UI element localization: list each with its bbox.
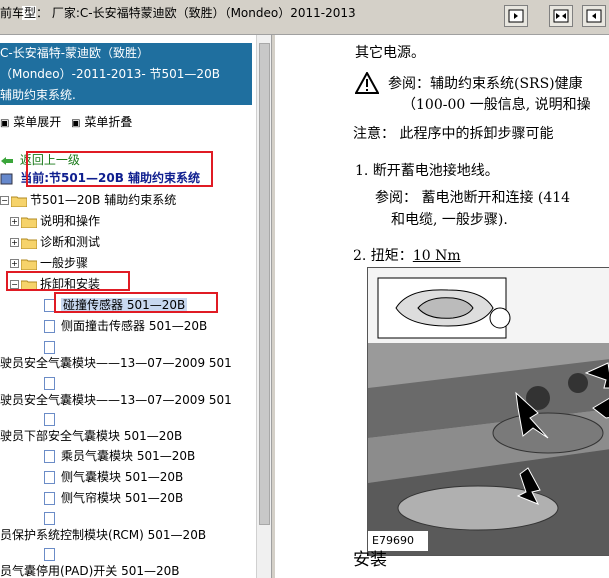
- tree-doc-item[interactable]: 侧面撞击传感器 501—20B: [44, 317, 207, 335]
- tree-doc-item[interactable]: 侧气囊模块 501—20B: [44, 468, 183, 486]
- document-icon: [44, 413, 55, 426]
- menu-toggle-row: ▣ 菜单展开 ▣ 菜单折叠: [0, 113, 132, 130]
- reference-line[interactable]: 参阅： 蓄电池断开和连接 (414: [375, 187, 570, 207]
- content-pane: 其它电源。 参阅：辅助约束系统(SRS)健康 （100-00 一般信息, 说明和…: [275, 35, 609, 578]
- document-icon: [44, 512, 55, 525]
- panel-right-icon: [586, 9, 602, 23]
- scrollbar-thumb[interactable]: [259, 43, 270, 525]
- tree-label: 驾驶员下部安全气囊模块 501—20B: [0, 429, 183, 443]
- step: 1. 断开蓄电池接地线。: [355, 163, 499, 179]
- folder-icon: [21, 238, 37, 249]
- model-banner: C-长安福特-蒙迪欧（致胜） （Mondeo）-2011-2013- 节501—…: [0, 43, 252, 105]
- tree-folder-item[interactable]: + 一般步骤: [10, 254, 88, 272]
- document-icon: [44, 492, 55, 505]
- banner-line: 辅助约束系统.: [0, 88, 76, 102]
- reference-text[interactable]: 辅助约束系统(SRS)健康: [430, 76, 583, 92]
- torque-value[interactable]: 10 Nm: [413, 248, 461, 264]
- tree-label: 说明和操作: [40, 214, 101, 228]
- document-icon: [44, 320, 55, 333]
- document-icon: [44, 450, 55, 463]
- tree-doc-item[interactable]: 乘员保护系统控制模块(RCM) 501—20B: [0, 526, 206, 544]
- section-heading: 安装: [353, 550, 387, 570]
- panels-split-button[interactable]: [549, 5, 573, 27]
- tree-doc-item[interactable]: [44, 374, 61, 392]
- folder-icon: [11, 196, 27, 207]
- tree-label: 乘员气囊停用(PAD)开关 501—20B: [0, 564, 180, 578]
- panel-right-button[interactable]: [582, 5, 606, 27]
- paragraph: 其它电源。: [355, 45, 425, 61]
- title-bar: 前车型： 厂家:C-长安福特蒙迪欧（致胜）（Mondeo）2011-2013: [0, 0, 609, 35]
- tree-folder-item[interactable]: + 说明和操作: [10, 212, 100, 230]
- tree-label: 侧面撞击传感器 501—20B: [61, 319, 208, 333]
- tree-label: 乘员保护系统控制模块(RCM) 501—20B: [0, 528, 207, 542]
- banner-line: （Mondeo）-2011-2013- 节501—20B: [0, 67, 220, 81]
- tree-doc-item[interactable]: 驾驶员安全气囊模块——13—07—2009 501: [0, 354, 232, 372]
- tree-doc-item[interactable]: 侧气帘模块 501—20B: [44, 489, 183, 507]
- illustration: [368, 268, 609, 555]
- expand-toggle-icon[interactable]: +: [10, 238, 19, 247]
- tree-section-root[interactable]: − 节501—20B 辅助约束系统: [0, 191, 176, 209]
- panels-split-icon: [553, 9, 569, 23]
- document-icon: [44, 471, 55, 484]
- tree-label: 一般步骤: [40, 256, 89, 270]
- tree-doc-item[interactable]: [44, 509, 61, 527]
- tree-label: 侧气囊模块 501—20B: [61, 470, 184, 484]
- collapse-icon: ▣: [71, 118, 81, 129]
- tree-doc-item[interactable]: 乘员气囊模块 501—20B: [44, 447, 195, 465]
- expand-toggle-icon[interactable]: +: [10, 217, 19, 226]
- tree-label: 乘员气囊模块 501—20B: [61, 449, 196, 463]
- reference-prefix: 参阅：: [388, 76, 430, 92]
- tree-scrollbar[interactable]: [256, 35, 271, 578]
- step-prefix: 2. 扭矩：: [353, 248, 413, 264]
- annotation-box: [54, 292, 218, 313]
- warning-icon: [355, 72, 379, 94]
- annotation-box: [6, 271, 130, 291]
- tree-doc-item[interactable]: [44, 545, 61, 563]
- reference-line: 和电缆, 一般步骤).: [391, 212, 508, 228]
- tree-label: 侧气帘模块 501—20B: [61, 491, 184, 505]
- reference-line: （100-00 一般信息, 说明和操: [402, 97, 591, 113]
- tree-label: 驾驶员安全气囊模块——13—07—2009 501: [0, 356, 232, 370]
- tree-folder-item[interactable]: + 诊断和测试: [10, 233, 100, 251]
- book-icon: [0, 173, 13, 184]
- banner-line: C-长安福特-蒙迪欧（致胜）: [0, 46, 150, 60]
- tree-doc-item[interactable]: [44, 410, 61, 428]
- reference-line: 参阅：辅助约束系统(SRS)健康: [388, 73, 583, 93]
- navigation-pane: C-长安福特-蒙迪欧（致胜） （Mondeo）-2011-2013- 节501—…: [0, 35, 270, 578]
- menu-expand-link[interactable]: 菜单展开: [13, 115, 61, 129]
- annotation-box: [26, 151, 213, 187]
- panel-left-icon: [508, 9, 524, 23]
- back-arrow-icon: [1, 156, 13, 165]
- panel-left-button[interactable]: [504, 5, 528, 27]
- collapse-toggle-icon[interactable]: −: [0, 196, 9, 205]
- folder-icon: [21, 217, 37, 228]
- step: 2. 扭矩：10 Nm: [353, 245, 461, 265]
- tree-label: 驾驶员安全气囊模块——13—07—2009 501: [0, 393, 232, 407]
- note: 注意： 此程序中的拆卸步骤可能: [353, 126, 554, 142]
- document-icon: [44, 548, 55, 561]
- figure-image: E79690: [367, 267, 609, 556]
- window-title: 前车型： 厂家:C-长安福特蒙迪欧（致胜）（Mondeo）2011-2013: [0, 6, 356, 20]
- tree-doc-item[interactable]: 乘员气囊停用(PAD)开关 501—20B: [0, 562, 180, 578]
- tree-doc-item[interactable]: 驾驶员安全气囊模块——13—07—2009 501: [0, 391, 232, 409]
- folder-icon: [21, 259, 37, 270]
- tree-label: 节501—20B 辅助约束系统: [30, 193, 177, 207]
- menu-collapse-link[interactable]: 菜单折叠: [84, 115, 132, 129]
- expand-icon: ▣: [0, 118, 10, 129]
- tree-doc-item[interactable]: 驾驶员下部安全气囊模块 501—20B: [0, 427, 182, 445]
- tree-label: 诊断和测试: [40, 235, 101, 249]
- expand-toggle-icon[interactable]: +: [10, 259, 19, 268]
- document-icon: [44, 341, 55, 354]
- document-icon: [44, 377, 55, 390]
